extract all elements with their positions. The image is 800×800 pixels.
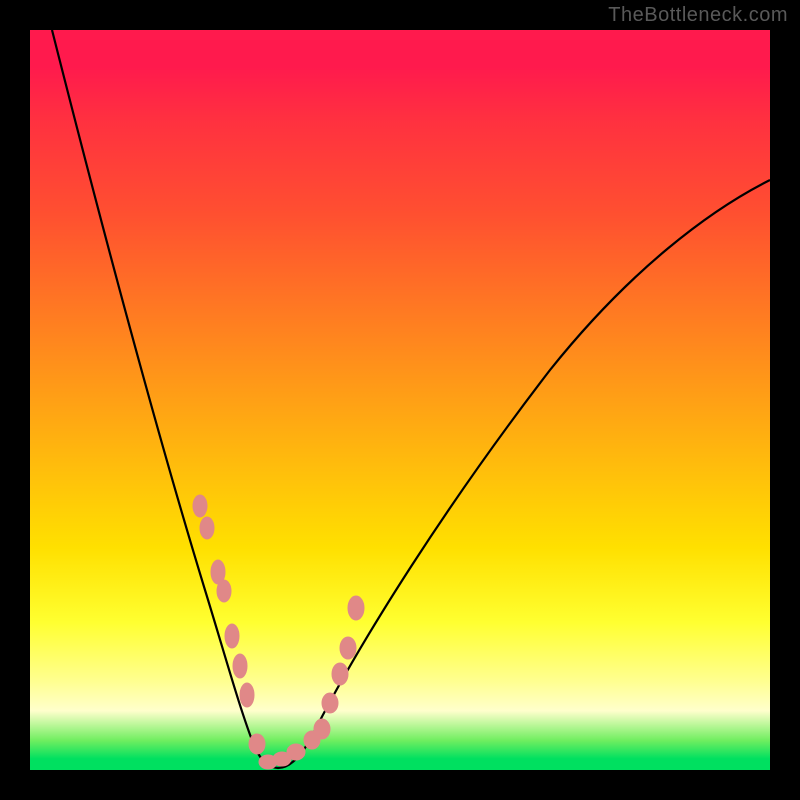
curves-layer: [30, 30, 770, 770]
bottleneck-curve: [52, 30, 770, 768]
chart-frame: TheBottleneck.com: [0, 0, 800, 800]
attribution-text: TheBottleneck.com: [608, 4, 788, 27]
plot-area: [30, 30, 770, 770]
